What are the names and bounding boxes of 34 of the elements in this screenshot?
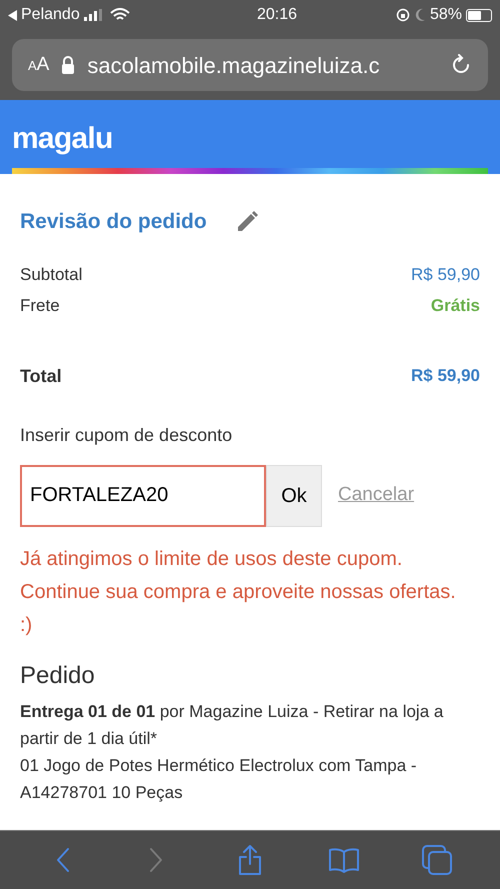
total-label: Total: [20, 364, 62, 388]
url-text: sacolamobile.magazineluiza.c: [87, 52, 381, 80]
product-text: 01 Jogo de Potes Hermético Electrolux com Tampa - A14278701 10 Peças: [20, 754, 418, 804]
coupon-error-message: Já atingimos o limite de usos deste cupom. Continue sua compra e aproveite nossas ofertas. :): [20, 546, 457, 638]
battery-percent: 58%: [430, 5, 462, 25]
battery-icon: [466, 8, 492, 22]
back-icon: [54, 847, 71, 873]
back-triangle-icon: [8, 10, 17, 20]
forward-icon: [148, 847, 164, 873]
reload-icon[interactable]: [450, 54, 472, 76]
text-size-button[interactable]: AA: [28, 50, 50, 80]
clock-time: 20:16: [256, 5, 298, 25]
summary-label: Frete: [20, 295, 60, 317]
order-title: Pedido: [20, 660, 96, 690]
review-title: Revisão do pedido: [20, 209, 207, 235]
coupon-field[interactable]: FORTALEZA20: [20, 464, 266, 526]
address-bar[interactable]: AA sacolamobile.magazineluiza.c: [12, 39, 488, 91]
moon-icon: [414, 8, 426, 22]
rotation-lock-icon: [396, 8, 410, 22]
magalu-logo[interactable]: magalu: [12, 124, 488, 154]
total-value: R$ 59,90: [411, 364, 480, 386]
cancel-link[interactable]: Cancelar: [338, 481, 414, 510]
lock-icon: [61, 56, 76, 74]
coupon-label: Inserir cupom de desconto: [20, 424, 234, 447]
share-icon: [236, 844, 263, 876]
tabs-icon: [421, 844, 454, 876]
book-icon: [328, 847, 360, 873]
wifi-icon: [110, 8, 130, 22]
summary-value: Grátis: [430, 295, 480, 317]
summary-label: Subtotal: [20, 264, 82, 286]
back-to-app-link[interactable]: Pelando: [21, 3, 80, 27]
summary-value: R$ 59,90: [411, 264, 480, 286]
delivery-text: Entrega 01 de 01 por Magazine Luiza - Retirar na loja a partir de 1 dia útil*: [20, 700, 444, 750]
ok-button[interactable]: Ok: [266, 464, 322, 526]
